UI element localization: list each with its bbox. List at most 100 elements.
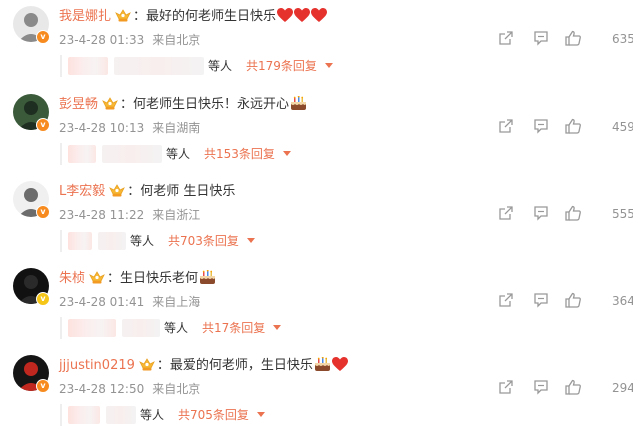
heart-emoji-icon bbox=[331, 357, 348, 378]
blurred-name-placeholder bbox=[98, 231, 126, 250]
comment-item: v 朱桢 ：生日快乐老何 23-4-28 01:41 来自上海 3646 等人共17条回复 bbox=[0, 262, 633, 348]
comment-location: 来自上海 bbox=[152, 295, 201, 309]
username-link[interactable]: 朱桢 bbox=[59, 271, 85, 286]
comment-body: 彭昱畅 ：何老师生日快乐！永远开心 bbox=[59, 95, 307, 117]
cake-emoji-icon bbox=[290, 95, 307, 117]
comment-location: 来自北京 bbox=[152, 382, 201, 396]
comment-body: 我是娜扎 ：最好的何老师生日快乐 bbox=[59, 8, 328, 29]
username-link[interactable]: 彭昱畅 bbox=[59, 97, 98, 112]
crown-icon bbox=[102, 96, 118, 117]
like-count: 6356 bbox=[612, 32, 633, 46]
comment-text: ：生日快乐老何 bbox=[107, 271, 199, 286]
reply-users-label: 等人 bbox=[166, 147, 191, 161]
comment-icon[interactable] bbox=[533, 118, 549, 138]
verified-badge-icon: v bbox=[36, 379, 50, 393]
comment-location: 来自浙江 bbox=[152, 208, 201, 222]
like-icon[interactable] bbox=[565, 118, 582, 138]
like-count: 4598 bbox=[612, 120, 633, 134]
blurred-name-placeholder bbox=[102, 144, 162, 163]
crown-icon bbox=[115, 8, 131, 29]
reply-count-link[interactable]: 共705条回复 bbox=[178, 406, 249, 423]
reply-count-link[interactable]: 共17条回复 bbox=[202, 319, 265, 336]
like-icon[interactable] bbox=[565, 30, 582, 50]
like-icon[interactable] bbox=[565, 292, 582, 312]
comment-list: v我是娜扎：最好的何老师生日快乐23-4-28 01:33来自北京6356等人共… bbox=[0, 0, 633, 441]
crown-icon bbox=[109, 183, 126, 204]
blurred-name-placeholder bbox=[114, 56, 204, 75]
blurred-name-placeholder bbox=[106, 405, 136, 424]
like-count: 3646 bbox=[612, 294, 633, 308]
share-icon[interactable] bbox=[498, 30, 514, 50]
comment-date: 23-4-28 01:33 bbox=[59, 33, 145, 47]
comment-date: 23-4-28 01:41 bbox=[59, 295, 145, 309]
cake-emoji-icon bbox=[314, 356, 331, 378]
reply-count-link[interactable]: 共703条回复 bbox=[168, 232, 239, 249]
verified-badge-icon: v bbox=[36, 292, 50, 306]
comment-meta: 23-4-28 01:41 来自上海 bbox=[59, 294, 200, 310]
like-icon[interactable] bbox=[565, 205, 582, 225]
comment-item: v 我是娜扎 ：最好的何老师生日快乐 23-4-28 01:33 来自北京 6356 等人共… bbox=[0, 0, 633, 86]
username-link[interactable]: 我是娜扎 bbox=[59, 9, 111, 24]
crown-icon bbox=[89, 270, 105, 291]
comment-item: v jjjustin0219 ：最爱的何老师，生日快乐 23-4-28 12:50 来自… bbox=[0, 349, 633, 435]
reply-users-label: 等人 bbox=[208, 59, 233, 73]
comment-item: v 彭昱畅 ：何老师生日快乐！永远开心 23-4-28 10:13 来自湖南 4598 等人… bbox=[0, 88, 633, 174]
reply-summary[interactable]: 等人 共179条回复 bbox=[60, 55, 333, 77]
comment-icon[interactable] bbox=[533, 292, 549, 312]
verified-badge-icon: v bbox=[36, 30, 50, 44]
comment-meta: 23-4-28 01:33 来自北京 bbox=[59, 32, 200, 48]
comment-item: v L李宏毅 ：何老师 生日快乐 23-4-28 11:22 来自浙江 5553 等人共70… bbox=[0, 175, 633, 261]
comment-body: 朱桢 ：生日快乐老何 bbox=[59, 269, 216, 291]
reply-users-label: 等人 bbox=[130, 234, 155, 248]
comment-body: jjjustin0219 ：最爱的何老师，生日快乐 bbox=[59, 356, 348, 378]
heart-emoji-icon bbox=[294, 8, 311, 29]
share-icon[interactable] bbox=[498, 118, 514, 138]
comment-icon[interactable] bbox=[533, 30, 549, 50]
chevron-down-icon[interactable] bbox=[324, 63, 333, 68]
like-count: 2946 bbox=[612, 381, 633, 395]
cake-emoji-icon bbox=[199, 269, 216, 291]
blurred-avatar-placeholder bbox=[68, 231, 92, 250]
reply-summary[interactable]: 等人 共705条回复 bbox=[60, 404, 265, 426]
blurred-avatar-placeholder bbox=[68, 144, 96, 163]
share-icon[interactable] bbox=[498, 379, 514, 399]
comment-text: ：何老师 生日快乐 bbox=[127, 184, 236, 199]
username-link[interactable]: L李宏毅 bbox=[59, 184, 105, 199]
like-count: 5553 bbox=[612, 207, 633, 221]
blurred-avatar-placeholder bbox=[68, 405, 100, 424]
reply-count-link[interactable]: 共153条回复 bbox=[204, 145, 275, 162]
chevron-down-icon[interactable] bbox=[273, 325, 282, 330]
chevron-down-icon[interactable] bbox=[282, 151, 291, 156]
reply-summary[interactable]: 等人 共153条回复 bbox=[60, 143, 291, 165]
comment-date: 23-4-28 12:50 bbox=[59, 382, 145, 396]
username-link[interactable]: jjjustin0219 bbox=[59, 358, 135, 373]
crown-icon bbox=[138, 357, 155, 378]
comment-meta: 23-4-28 11:22 来自浙江 bbox=[59, 207, 200, 223]
comment-date: 23-4-28 11:22 bbox=[59, 208, 145, 222]
chevron-down-icon[interactable] bbox=[246, 238, 255, 243]
comment-text: ：最好的何老师生日快乐 bbox=[133, 9, 277, 24]
comment-date: 23-4-28 10:13 bbox=[59, 121, 145, 135]
blurred-avatar-placeholder bbox=[68, 56, 108, 75]
reply-summary[interactable]: 等人 共703条回复 bbox=[60, 230, 255, 252]
blurred-avatar-placeholder bbox=[68, 318, 116, 337]
reply-summary[interactable]: 等人 共17条回复 bbox=[60, 317, 282, 339]
share-icon[interactable] bbox=[498, 205, 514, 225]
reply-count-link[interactable]: 共179条回复 bbox=[246, 57, 317, 74]
comment-meta: 23-4-28 10:13 来自湖南 bbox=[59, 120, 200, 136]
share-icon[interactable] bbox=[498, 292, 514, 312]
comment-text: ：最爱的何老师，生日快乐 bbox=[156, 358, 313, 373]
comment-meta: 23-4-28 12:50 来自北京 bbox=[59, 381, 200, 397]
comment-body: L李宏毅 ：何老师 生日快乐 bbox=[59, 183, 235, 201]
reply-users-label: 等人 bbox=[164, 321, 189, 335]
chevron-down-icon[interactable] bbox=[256, 412, 265, 417]
reply-users-label: 等人 bbox=[140, 408, 165, 422]
comment-icon[interactable] bbox=[533, 379, 549, 399]
comment-icon[interactable] bbox=[533, 205, 549, 225]
heart-emoji-icon bbox=[311, 8, 328, 29]
comment-text: ：何老师生日快乐！永远开心 bbox=[120, 97, 290, 112]
blurred-name-placeholder bbox=[122, 318, 160, 337]
heart-emoji-icon bbox=[277, 8, 294, 29]
verified-badge-icon: v bbox=[36, 118, 50, 132]
like-icon[interactable] bbox=[565, 379, 582, 399]
